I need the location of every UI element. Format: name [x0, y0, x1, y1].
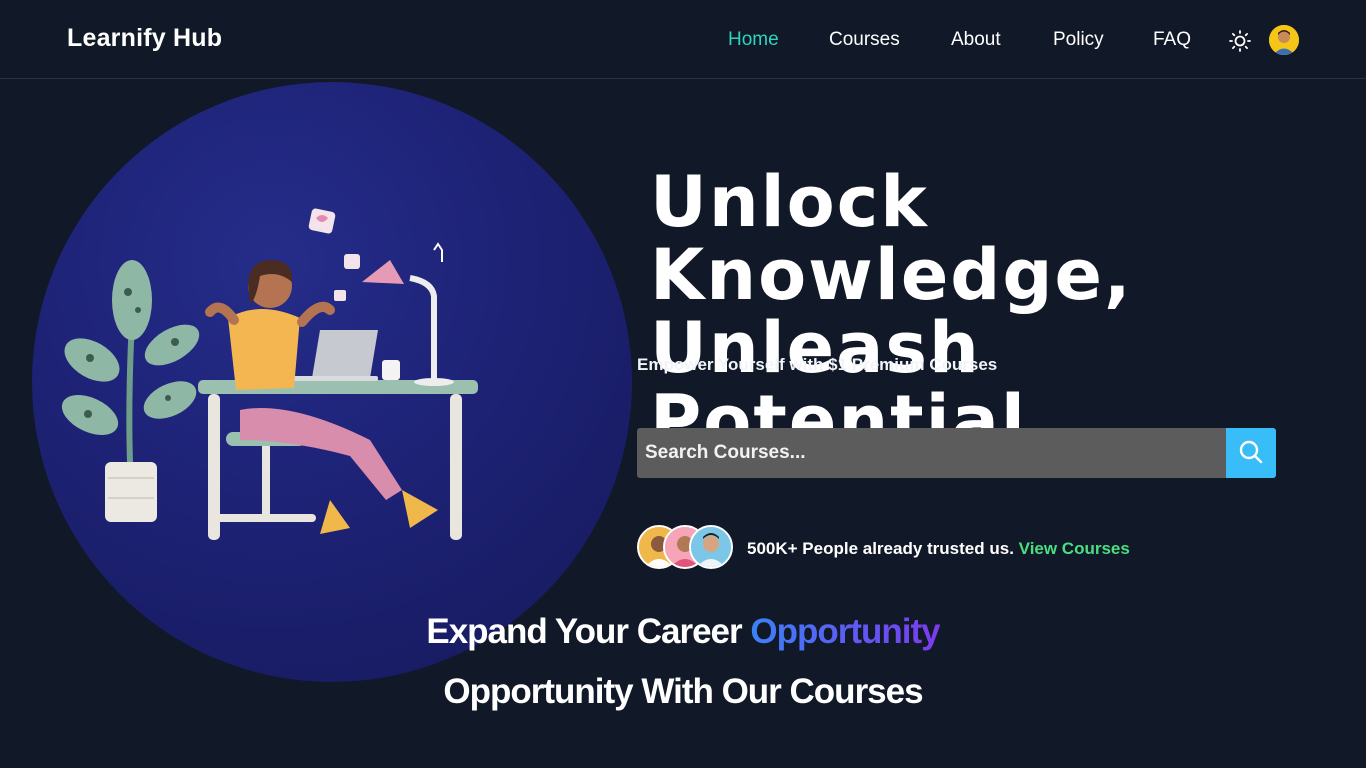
search-bar: [637, 428, 1276, 478]
section-headline: Expand Your Career Opportunity: [0, 612, 1366, 652]
trust-text: 500K+ People already trusted us. View Co…: [747, 539, 1130, 559]
user-avatar[interactable]: [1269, 25, 1299, 55]
hero-title-line1: Unlock Knowledge,: [650, 161, 1133, 316]
nav-home[interactable]: Home: [728, 29, 779, 51]
trust-count-text: 500K+ People already trusted us.: [747, 539, 1014, 558]
navbar: Learnify Hub Home Courses About Policy F…: [0, 0, 1366, 79]
nav-courses[interactable]: Courses: [829, 29, 900, 51]
hero-title: Unlock Knowledge, Unleash Potential: [650, 166, 1366, 458]
nav-about[interactable]: About: [951, 29, 1001, 51]
search-input[interactable]: [637, 428, 1226, 478]
brand-logo[interactable]: Learnify Hub: [67, 24, 222, 53]
headline-highlight: Opportunity: [750, 612, 940, 651]
hero-illustration: [61, 208, 478, 540]
search-icon: [1238, 439, 1264, 468]
nav-faq[interactable]: FAQ: [1153, 29, 1191, 51]
sun-icon[interactable]: [1229, 30, 1251, 52]
search-button[interactable]: [1226, 428, 1276, 478]
headline-part1: Expand Your Career: [426, 612, 742, 651]
view-courses-link[interactable]: View Courses: [1019, 539, 1130, 558]
hero-subtitle: Empower Yourself with $1 Premium Courses: [637, 355, 998, 374]
section-headline-line2: Opportunity With Our Courses: [443, 672, 923, 711]
nav-policy[interactable]: Policy: [1053, 29, 1104, 51]
trusted-user-avatar: [689, 525, 733, 569]
